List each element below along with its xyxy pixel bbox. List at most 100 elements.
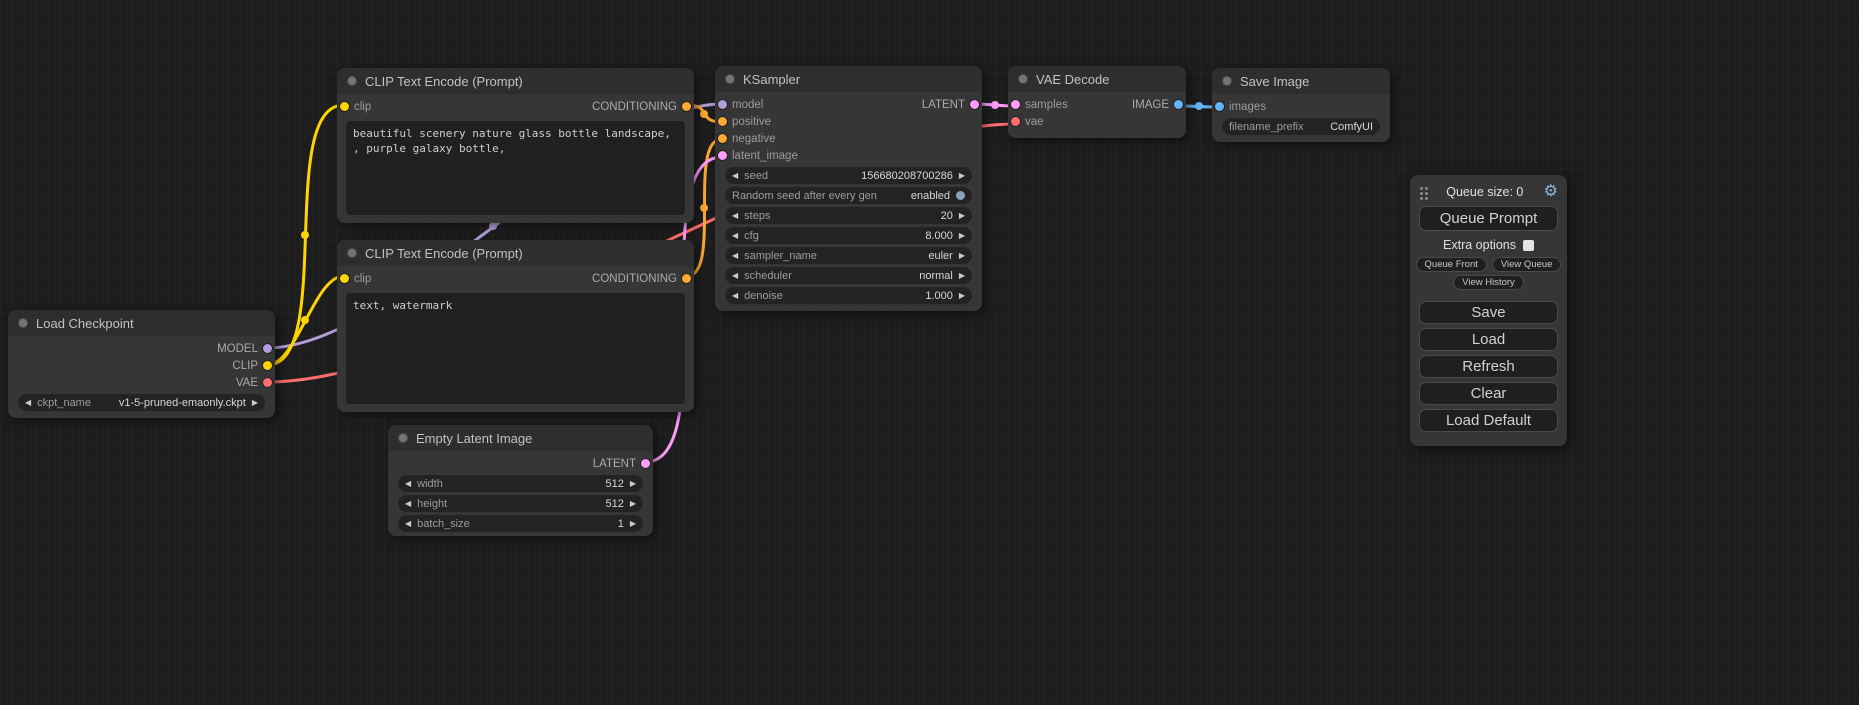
load-default-button[interactable]: Load Default bbox=[1419, 409, 1558, 432]
output-dot-vae[interactable] bbox=[263, 378, 272, 387]
output-slot-conditioning[interactable]: CONDITIONING bbox=[592, 101, 691, 113]
increment-arrow-icon[interactable]: ▶ bbox=[959, 292, 965, 300]
decrement-arrow-icon[interactable]: ◀ bbox=[405, 520, 411, 528]
input-dot-model[interactable] bbox=[718, 100, 727, 109]
output-dot-model[interactable] bbox=[263, 344, 272, 353]
input-slot-clip[interactable]: clip bbox=[340, 101, 371, 113]
node-title-bar[interactable]: Load Checkpoint bbox=[8, 310, 275, 336]
output-dot-latent[interactable] bbox=[641, 459, 650, 468]
collapse-dot-icon[interactable] bbox=[1018, 74, 1028, 84]
decrement-arrow-icon[interactable]: ◀ bbox=[405, 500, 411, 508]
node-graph-canvas[interactable]: Load Checkpoint MODEL CLIP VAE bbox=[0, 0, 1859, 705]
denoise-widget[interactable]: ◀ denoise 1.000 ▶ bbox=[725, 287, 972, 304]
steps-widget[interactable]: ◀ steps 20 ▶ bbox=[725, 207, 972, 224]
input-slot-clip[interactable]: clip bbox=[340, 273, 371, 285]
ckpt-name-widget[interactable]: ◀ ckpt_name v1-5-pruned-emaonly.ckpt ▶ bbox=[18, 394, 265, 411]
cfg-widget[interactable]: ◀ cfg 8.000 ▶ bbox=[725, 227, 972, 244]
settings-gear-icon[interactable]: ⚙ bbox=[1544, 184, 1558, 200]
collapse-dot-icon[interactable] bbox=[347, 76, 357, 86]
wire-midpoint-model[interactable] bbox=[489, 222, 497, 230]
decrement-arrow-icon[interactable]: ◀ bbox=[732, 172, 738, 180]
decrement-arrow-icon[interactable]: ◀ bbox=[732, 272, 738, 280]
input-slot-negative[interactable]: negative bbox=[718, 133, 775, 145]
increment-arrow-icon[interactable]: ▶ bbox=[959, 212, 965, 220]
wire-midpoint-cond-negative[interactable] bbox=[700, 204, 708, 212]
output-slot-image[interactable]: IMAGE bbox=[1132, 99, 1183, 111]
decrement-arrow-icon[interactable]: ◀ bbox=[25, 399, 31, 407]
filename-prefix-widget[interactable]: filename_prefix ComfyUI bbox=[1222, 118, 1380, 135]
input-dot-images[interactable] bbox=[1215, 102, 1224, 111]
sampler-name-widget[interactable]: ◀ sampler_name euler ▶ bbox=[725, 247, 972, 264]
wire-midpoint-clip-positive[interactable] bbox=[301, 231, 309, 239]
output-dot-latent[interactable] bbox=[970, 100, 979, 109]
view-queue-button[interactable]: View Queue bbox=[1492, 257, 1562, 272]
wire-midpoint-clip-negative[interactable] bbox=[301, 316, 309, 324]
random-seed-toggle-widget[interactable]: Random seed after every gen enabled bbox=[725, 187, 972, 204]
negative-prompt-textarea[interactable]: text, watermark bbox=[346, 293, 685, 404]
increment-arrow-icon[interactable]: ▶ bbox=[252, 399, 258, 407]
node-save-image[interactable]: Save Image images filename_prefix ComfyU… bbox=[1212, 68, 1390, 142]
extra-options-checkbox[interactable] bbox=[1523, 240, 1534, 251]
node-title-bar[interactable]: VAE Decode bbox=[1008, 66, 1186, 92]
wire-midpoint-cond-positive[interactable] bbox=[700, 110, 708, 118]
node-ksampler[interactable]: KSampler model LATENT positive bbox=[715, 66, 982, 311]
positive-prompt-textarea[interactable]: beautiful scenery nature glass bottle la… bbox=[346, 121, 685, 215]
batch-size-widget[interactable]: ◀ batch_size 1 ▶ bbox=[398, 515, 643, 532]
output-dot-image[interactable] bbox=[1174, 100, 1183, 109]
output-slot-vae[interactable]: VAE bbox=[236, 377, 272, 389]
output-dot-conditioning[interactable] bbox=[682, 102, 691, 111]
height-widget[interactable]: ◀ height 512 ▶ bbox=[398, 495, 643, 512]
input-slot-latent-image[interactable]: latent_image bbox=[718, 150, 798, 162]
decrement-arrow-icon[interactable]: ◀ bbox=[405, 480, 411, 488]
clear-button[interactable]: Clear bbox=[1419, 382, 1558, 405]
node-clip-text-encode-positive[interactable]: CLIP Text Encode (Prompt) clip CONDITION… bbox=[337, 68, 694, 223]
node-title-bar[interactable]: Empty Latent Image bbox=[388, 425, 653, 451]
queue-prompt-button[interactable]: Queue Prompt bbox=[1419, 206, 1558, 231]
increment-arrow-icon[interactable]: ▶ bbox=[959, 272, 965, 280]
collapse-dot-icon[interactable] bbox=[347, 248, 357, 258]
input-dot-clip[interactable] bbox=[340, 102, 349, 111]
node-clip-text-encode-negative[interactable]: CLIP Text Encode (Prompt) clip CONDITION… bbox=[337, 240, 694, 412]
decrement-arrow-icon[interactable]: ◀ bbox=[732, 232, 738, 240]
node-vae-decode[interactable]: VAE Decode samples IMAGE vae bbox=[1008, 66, 1186, 138]
scheduler-widget[interactable]: ◀ scheduler normal ▶ bbox=[725, 267, 972, 284]
increment-arrow-icon[interactable]: ▶ bbox=[630, 520, 636, 528]
node-title-bar[interactable]: Save Image bbox=[1212, 68, 1390, 94]
input-dot-positive[interactable] bbox=[718, 117, 727, 126]
wire-midpoint-latent-output[interactable] bbox=[991, 101, 999, 109]
node-title-bar[interactable]: CLIP Text Encode (Prompt) bbox=[337, 68, 694, 94]
input-dot-latent-image[interactable] bbox=[718, 151, 727, 160]
save-button[interactable]: Save bbox=[1419, 301, 1558, 324]
output-dot-clip[interactable] bbox=[263, 361, 272, 370]
input-slot-model[interactable]: model bbox=[718, 99, 763, 111]
load-button[interactable]: Load bbox=[1419, 328, 1558, 351]
toggle-on-icon[interactable] bbox=[956, 191, 965, 200]
input-dot-vae[interactable] bbox=[1011, 117, 1020, 126]
collapse-dot-icon[interactable] bbox=[18, 318, 28, 328]
decrement-arrow-icon[interactable]: ◀ bbox=[732, 212, 738, 220]
increment-arrow-icon[interactable]: ▶ bbox=[959, 172, 965, 180]
refresh-button[interactable]: Refresh bbox=[1419, 355, 1558, 378]
node-load-checkpoint[interactable]: Load Checkpoint MODEL CLIP VAE bbox=[8, 310, 275, 418]
input-dot-samples[interactable] bbox=[1011, 100, 1020, 109]
output-slot-latent[interactable]: LATENT bbox=[922, 99, 979, 111]
queue-front-button[interactable]: Queue Front bbox=[1416, 257, 1487, 272]
input-slot-positive[interactable]: positive bbox=[718, 116, 771, 128]
decrement-arrow-icon[interactable]: ◀ bbox=[732, 252, 738, 260]
output-slot-latent[interactable]: LATENT bbox=[593, 458, 650, 470]
drag-handle-icon[interactable] bbox=[1420, 187, 1423, 190]
increment-arrow-icon[interactable]: ▶ bbox=[959, 232, 965, 240]
input-dot-negative[interactable] bbox=[718, 134, 727, 143]
collapse-dot-icon[interactable] bbox=[725, 74, 735, 84]
collapse-dot-icon[interactable] bbox=[398, 433, 408, 443]
collapse-dot-icon[interactable] bbox=[1222, 76, 1232, 86]
width-widget[interactable]: ◀ width 512 ▶ bbox=[398, 475, 643, 492]
increment-arrow-icon[interactable]: ▶ bbox=[959, 252, 965, 260]
output-slot-model[interactable]: MODEL bbox=[217, 343, 272, 355]
output-slot-conditioning[interactable]: CONDITIONING bbox=[592, 273, 691, 285]
input-slot-vae[interactable]: vae bbox=[1011, 116, 1044, 128]
increment-arrow-icon[interactable]: ▶ bbox=[630, 500, 636, 508]
node-title-bar[interactable]: KSampler bbox=[715, 66, 982, 92]
decrement-arrow-icon[interactable]: ◀ bbox=[732, 292, 738, 300]
view-history-button[interactable]: View History bbox=[1453, 275, 1524, 290]
